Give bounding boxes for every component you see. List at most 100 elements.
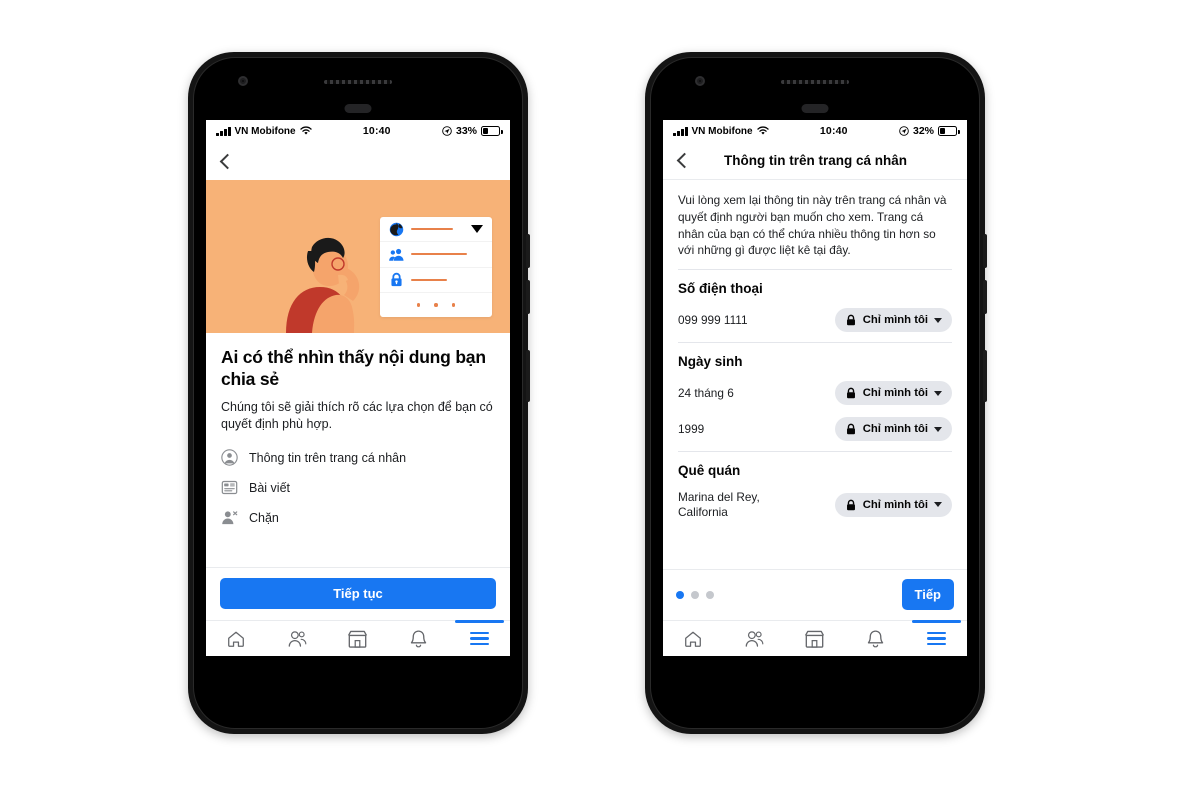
location-services-icon [899, 126, 909, 136]
earpiece-speaker [324, 80, 392, 84]
battery-icon [938, 126, 960, 136]
pagination-dot[interactable] [691, 590, 699, 599]
next-button[interactable]: Tiếp [901, 579, 954, 610]
profile-circle-icon [221, 449, 238, 466]
wifi-icon [299, 126, 312, 135]
left-navbar [206, 142, 510, 180]
carrier-label: VN Mobifone [234, 125, 296, 137]
bottom-tab-bar-left [206, 620, 510, 656]
menu-hamburger-icon [470, 631, 490, 646]
illustration-line [411, 278, 447, 281]
status-bar-right: VN Mobifone 10:40 32% [663, 120, 967, 142]
tab-friends[interactable] [267, 621, 328, 656]
row-value: 1999 [678, 421, 705, 436]
section-phone: Số điện thoại [663, 270, 967, 299]
phone-mockup-left: VN Mobifone 10:40 33% Ai có thể nhìn thấ… [188, 52, 530, 734]
audience-selector[interactable]: Chỉ mình tôi [834, 417, 952, 441]
tab-home[interactable] [206, 621, 267, 656]
audience-selector-card [380, 217, 492, 317]
tab-notifications[interactable] [388, 621, 449, 656]
friends-icon [745, 630, 764, 647]
status-time: 10:40 [819, 125, 848, 137]
continue-button[interactable]: Tiếp tục [220, 578, 496, 609]
chevron-left-icon[interactable] [219, 153, 236, 169]
illustration-dots [380, 293, 492, 317]
list-item-blocking[interactable]: Chặn [221, 509, 495, 526]
pagination-dot-active[interactable] [676, 590, 684, 599]
right-screen: VN Mobifone 10:40 32% Thông tin trên tra… [663, 120, 967, 656]
marketplace-icon [805, 630, 825, 648]
audience-label: Chỉ mình tôi [862, 423, 928, 435]
section-hometown: Quê quán [663, 452, 967, 481]
left-content: Ai có thể nhìn thấy nội dung bạn chia sẻ… [206, 180, 510, 567]
list-item-posts[interactable]: Bài viết [221, 479, 495, 496]
power-button[interactable] [526, 350, 530, 402]
table-row[interactable]: 1999 Chỉ mình tôi [663, 415, 967, 451]
audience-selector[interactable]: Chỉ mình tôi [834, 308, 952, 332]
dropdown-caret-icon [471, 225, 483, 234]
front-camera-icon [238, 76, 248, 86]
illustration-dot [451, 303, 456, 307]
table-row[interactable]: 099 999 1111 Chỉ mình tôi [663, 299, 967, 342]
privacy-checkup-illustration [206, 180, 510, 333]
illustration-line [411, 228, 453, 231]
page-description: Vui lòng xem lại thông tin này trên tran… [678, 193, 947, 258]
audience-label: Chỉ mình tôi [862, 387, 928, 399]
tab-marketplace[interactable] [785, 621, 846, 656]
list-item-label: Bài viết [249, 480, 290, 495]
notifications-bell-icon [411, 629, 427, 647]
bottom-tab-bar-right [663, 620, 967, 656]
earpiece-speaker [781, 80, 849, 84]
section-title: Số điện thoại [678, 281, 763, 296]
row-value: 24 tháng 6 [678, 385, 734, 400]
battery-percent-label: 32% [912, 125, 934, 137]
screenshot-canvas: VN Mobifone 10:40 33% Ai có thể nhìn thấ… [0, 0, 1200, 811]
tab-menu[interactable] [449, 620, 510, 656]
tab-friends[interactable] [724, 621, 785, 656]
lock-icon [391, 273, 402, 287]
power-button[interactable] [983, 350, 987, 402]
audience-label: Chỉ mình tôi [862, 498, 928, 511]
front-camera-icon [695, 76, 705, 86]
illustration-line [411, 253, 467, 256]
chevron-down-icon [934, 426, 942, 432]
illustration-row-friends [380, 242, 492, 268]
proximity-sensor [801, 104, 829, 113]
audience-label: Chỉ mình tôi [862, 314, 928, 326]
tab-home[interactable] [663, 621, 724, 656]
volume-up-button[interactable] [983, 234, 987, 268]
chevron-down-icon [934, 317, 942, 323]
list-item-profile-info[interactable]: Thông tin trên trang cá nhân [221, 449, 495, 466]
illustration-dot [416, 303, 421, 307]
menu-hamburger-icon [927, 631, 947, 646]
chevron-down-icon [934, 390, 942, 396]
status-time: 10:40 [362, 125, 391, 137]
lock-icon [846, 499, 855, 510]
tab-marketplace[interactable] [328, 621, 389, 656]
tab-notifications[interactable] [845, 621, 906, 656]
row-value: Marina del Rey, California [678, 490, 760, 519]
tab-menu[interactable] [906, 620, 967, 656]
volume-down-button[interactable] [526, 280, 530, 314]
right-content: Vui lòng xem lại thông tin này trên tran… [663, 180, 967, 569]
cta-footer: Tiếp tục [206, 567, 510, 620]
table-row[interactable]: 24 tháng 6 Chỉ mình tôi [663, 372, 967, 415]
pagination-dot[interactable] [706, 590, 714, 599]
volume-up-button[interactable] [526, 234, 530, 268]
person-thinking-illustration [286, 237, 360, 333]
right-navbar: Thông tin trên trang cá nhân [663, 142, 967, 180]
signal-bars-icon [216, 126, 231, 136]
carrier-label: VN Mobifone [691, 125, 753, 137]
marketplace-icon [348, 630, 368, 648]
proximity-sensor [344, 104, 372, 113]
pager-footer: Tiếp [663, 569, 967, 620]
posts-icon [221, 481, 238, 495]
table-row[interactable]: Marina del Rey, California Chỉ mình tôi [663, 481, 967, 529]
audience-selector[interactable]: Chỉ mình tôi [834, 381, 952, 405]
volume-down-button[interactable] [983, 280, 987, 314]
notifications-bell-icon [868, 629, 884, 647]
block-user-icon [222, 511, 238, 525]
intro-pane: Ai có thể nhìn thấy nội dung bạn chia sẻ… [206, 333, 510, 526]
friends-icon [389, 248, 404, 261]
audience-selector[interactable]: Chỉ mình tôi [834, 492, 952, 517]
